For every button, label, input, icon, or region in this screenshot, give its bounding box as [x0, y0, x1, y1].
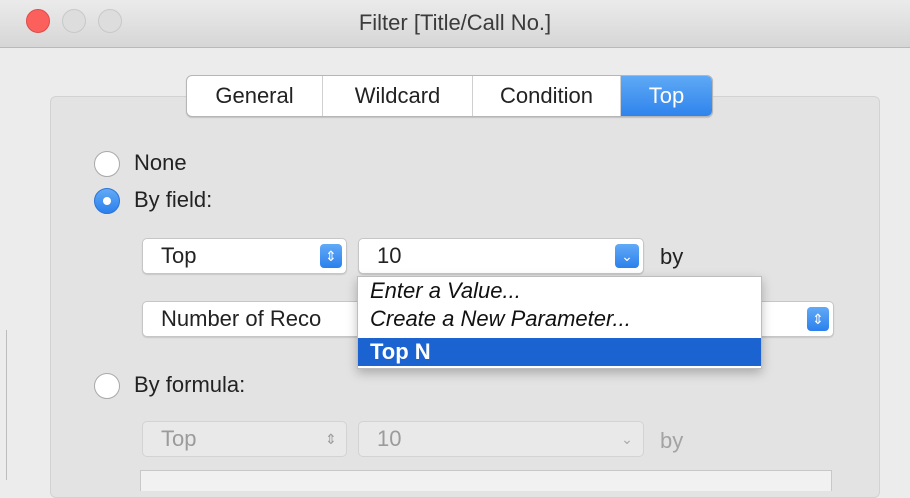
- formula-text-area: [140, 470, 832, 491]
- chevron-down-icon[interactable]: ⌄: [615, 244, 639, 268]
- tab-general[interactable]: General: [187, 76, 323, 116]
- dropdown-item-enter-value[interactable]: Enter a Value...: [358, 277, 761, 305]
- top-direction-popup[interactable]: Top ⇕: [142, 238, 347, 274]
- tab-bar: General Wildcard Condition Top: [186, 75, 713, 117]
- tab-condition[interactable]: Condition: [473, 76, 621, 116]
- by-field-radio[interactable]: [94, 188, 120, 214]
- by-formula-label: By formula:: [134, 372, 246, 397]
- by-field-label: By field:: [134, 187, 213, 212]
- chevron-updown-icon: ⇕: [807, 307, 829, 331]
- formula-by-label: by: [660, 428, 684, 453]
- tab-top[interactable]: Top: [621, 76, 712, 116]
- dropdown-item-create-parameter[interactable]: Create a New Parameter...: [358, 305, 761, 333]
- window-title: Filter [Title/Call No.]: [358, 10, 552, 35]
- title-bar: Filter [Title/Call No.]: [0, 0, 910, 48]
- none-radio[interactable]: [94, 151, 120, 177]
- tab-wildcard[interactable]: Wildcard: [323, 76, 473, 116]
- top-count-dropdown-menu: Enter a Value... Create a New Parameter.…: [357, 276, 762, 369]
- formula-count-value: 10: [377, 426, 402, 451]
- formula-direction-popup: Top ⇕: [142, 421, 347, 457]
- top-count-value: 10: [377, 243, 402, 268]
- top-direction-value: Top: [161, 243, 197, 268]
- chevron-updown-icon: ⇕: [320, 244, 342, 268]
- formula-count-combobox: 10 ⌄: [358, 421, 644, 457]
- top-count-combobox[interactable]: 10 ⌄: [358, 238, 644, 274]
- chevron-updown-icon: ⇕: [325, 431, 337, 447]
- dropdown-item-top-n[interactable]: Top N: [358, 338, 761, 366]
- none-label: None: [134, 150, 187, 175]
- formula-direction-value: Top: [161, 426, 197, 451]
- by-formula-radio[interactable]: [94, 373, 120, 399]
- by-label: by: [660, 244, 684, 269]
- field-value: Number of Reco: [161, 306, 322, 331]
- chevron-down-icon: ⌄: [621, 431, 633, 447]
- left-edge-divider: [6, 330, 7, 480]
